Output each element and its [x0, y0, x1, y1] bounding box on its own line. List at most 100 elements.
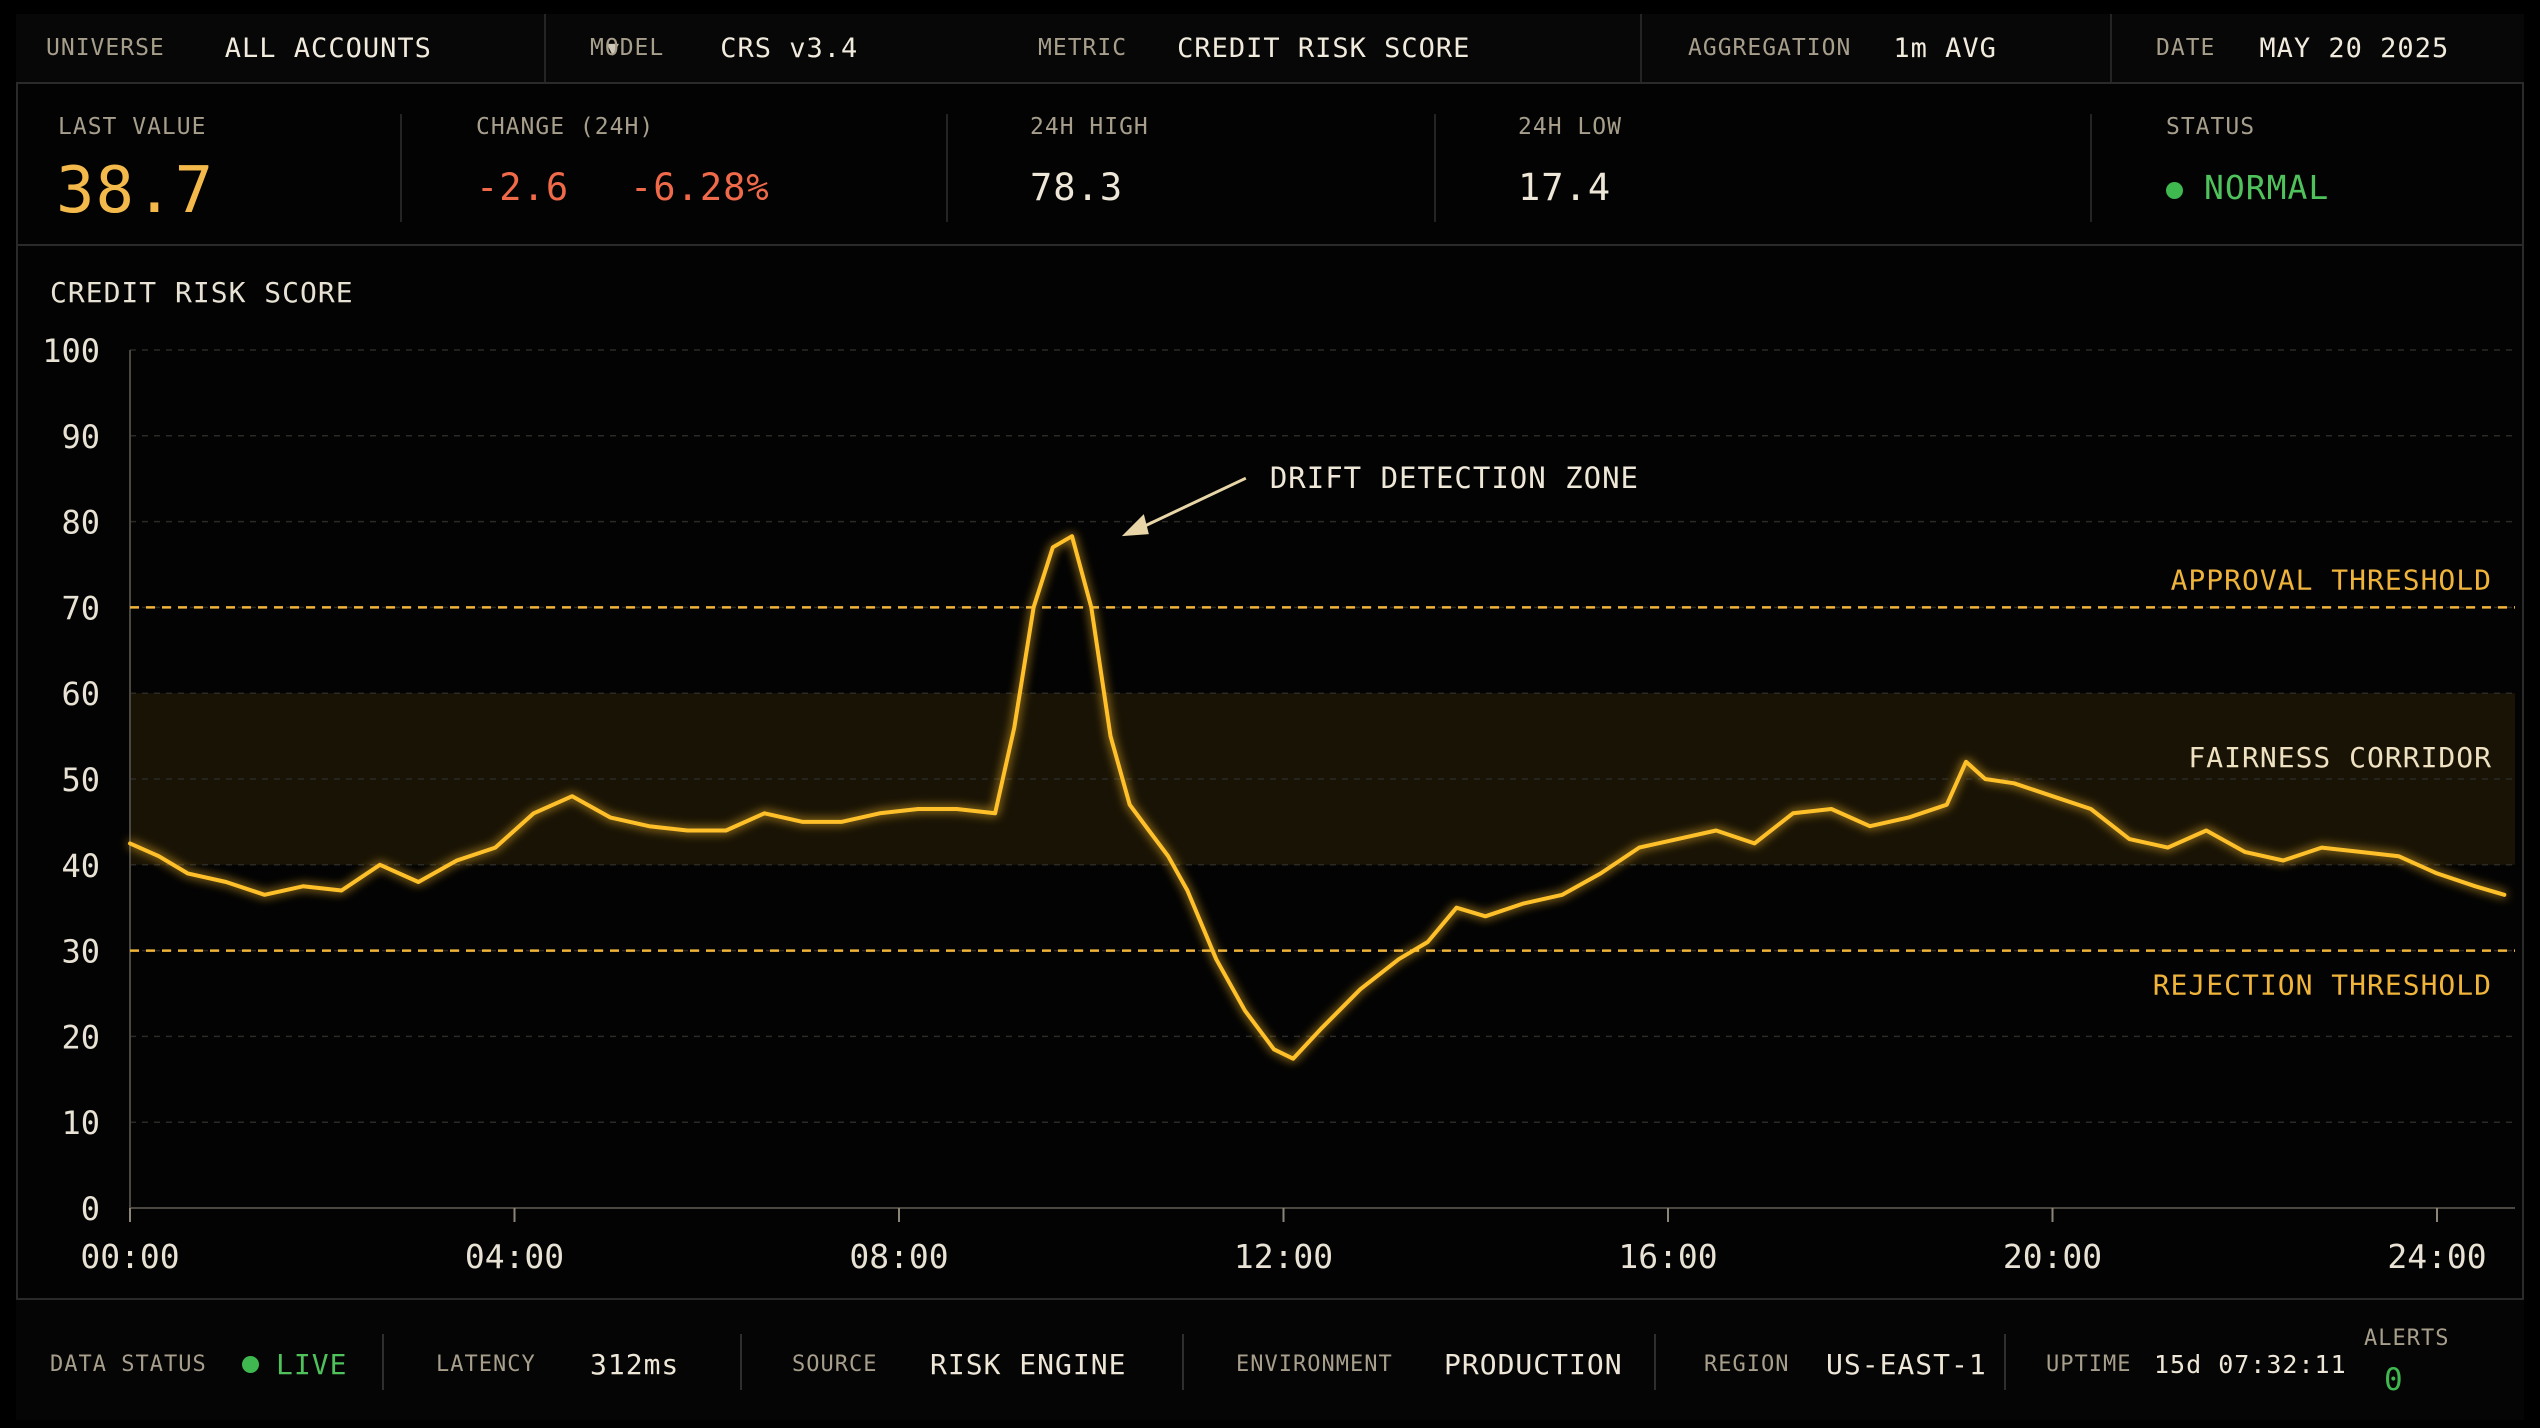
data-point	[1012, 726, 1016, 730]
data-point	[1983, 777, 1987, 781]
threshold-label: REJECTION THRESHOLD	[2153, 969, 2492, 1002]
y-tick-label: 20	[61, 1018, 100, 1056]
data-point	[1397, 957, 1401, 961]
divider	[2004, 1334, 2006, 1390]
data-point	[609, 816, 613, 820]
data-point	[2473, 884, 2477, 888]
data-point	[1455, 906, 1459, 910]
data-point	[2127, 837, 2131, 841]
status-bar: DATA STATUS LIVE LATENCY 312ms SOURCE RI…	[16, 1298, 2524, 1420]
data-point	[186, 871, 190, 875]
data-point	[839, 820, 843, 824]
data-point	[1599, 871, 1603, 875]
divider	[1654, 1334, 1656, 1390]
y-tick-label: 40	[61, 847, 100, 885]
data-point	[2166, 846, 2170, 850]
region-label: REGION	[1704, 1352, 1790, 1377]
band-label: FAIRNESS CORRIDOR	[2188, 741, 2492, 774]
y-tick-label: 70	[61, 589, 100, 627]
latency-value: 312ms	[590, 1348, 680, 1381]
data-point	[1560, 893, 1564, 897]
data-point	[724, 828, 728, 832]
region-value: US-EAST-1	[1826, 1348, 1987, 1381]
data-point	[801, 820, 805, 824]
data-point	[339, 889, 343, 893]
data-point	[2051, 794, 2054, 798]
data-point	[1051, 545, 1055, 549]
data-point	[2435, 871, 2439, 875]
data-point	[532, 811, 536, 815]
data-point	[263, 893, 267, 897]
data-point	[955, 807, 959, 811]
data-point	[301, 884, 305, 888]
y-tick-label: 80	[61, 504, 100, 542]
data-point	[878, 811, 882, 815]
data-point	[493, 846, 497, 850]
data-point	[2502, 893, 2506, 897]
data-point	[1522, 901, 1526, 905]
x-tick-label: 00:00	[80, 1237, 179, 1276]
environment-value: PRODUCTION	[1444, 1348, 1623, 1381]
data-point	[570, 794, 574, 798]
x-tick-label: 16:00	[1618, 1237, 1717, 1276]
data-point	[455, 859, 459, 863]
data-point	[1829, 807, 1833, 811]
data-point	[2243, 850, 2247, 854]
y-tick-label: 30	[61, 933, 100, 971]
data-point	[1714, 828, 1718, 832]
latency-label: LATENCY	[436, 1352, 536, 1377]
data-point	[993, 811, 997, 815]
data-point	[1483, 914, 1487, 918]
source-label: SOURCE	[792, 1352, 878, 1377]
data-point	[128, 841, 132, 845]
x-tick-label: 20:00	[2003, 1237, 2102, 1276]
data-status-label: DATA STATUS	[50, 1352, 207, 1377]
data-point	[647, 824, 651, 828]
data-point	[1070, 534, 1074, 538]
data-point	[1128, 803, 1132, 807]
data-point	[1320, 1026, 1324, 1030]
data-point	[1272, 1047, 1276, 1051]
environment-label: ENVIRONMENT	[1236, 1352, 1393, 1377]
data-point	[1637, 846, 1641, 850]
alerts-label: ALERTS	[2364, 1326, 2450, 1351]
data-point	[1147, 828, 1151, 832]
uptime-value: 15d 07:32:11	[2154, 1350, 2347, 1379]
data-point	[2204, 828, 2208, 832]
x-tick-label: 12:00	[1234, 1237, 1333, 1276]
data-point	[1868, 824, 1872, 828]
y-tick-label: 10	[61, 1104, 100, 1142]
uptime-label: UPTIME	[2046, 1352, 2132, 1377]
y-tick-label: 60	[61, 675, 100, 713]
data-point	[2397, 854, 2401, 858]
data-point	[157, 854, 161, 858]
data-point	[916, 807, 920, 811]
alerts-value[interactable]: 0	[2384, 1362, 2404, 1398]
annotation-arrow	[1135, 476, 1247, 532]
y-tick-label: 90	[61, 418, 100, 456]
arrow-head-icon	[1121, 514, 1149, 537]
data-point	[1166, 854, 1170, 858]
y-tick-label: 0	[81, 1190, 100, 1228]
x-tick-label: 24:00	[2387, 1237, 2486, 1276]
data-point	[1753, 841, 1757, 845]
source-value: RISK ENGINE	[930, 1348, 1127, 1381]
annotation-label: DRIFT DETECTION ZONE	[1270, 461, 1639, 495]
y-tick-label: 50	[61, 761, 100, 799]
live-dot-icon	[242, 1356, 259, 1373]
threshold-label: APPROVAL THRESHOLD	[2171, 563, 2492, 596]
data-point	[2012, 781, 2016, 785]
data-point	[2320, 846, 2324, 850]
data-point	[1291, 1057, 1295, 1061]
data-point	[1243, 1009, 1247, 1013]
x-tick-label: 08:00	[849, 1237, 948, 1276]
divider	[382, 1334, 384, 1390]
data-point	[762, 811, 766, 815]
data-point	[1032, 605, 1036, 609]
data-point	[416, 880, 420, 884]
divider	[740, 1334, 742, 1390]
data-point	[378, 863, 382, 867]
x-tick-label: 04:00	[465, 1237, 564, 1276]
data-point	[1089, 605, 1093, 609]
data-point	[1108, 734, 1112, 738]
